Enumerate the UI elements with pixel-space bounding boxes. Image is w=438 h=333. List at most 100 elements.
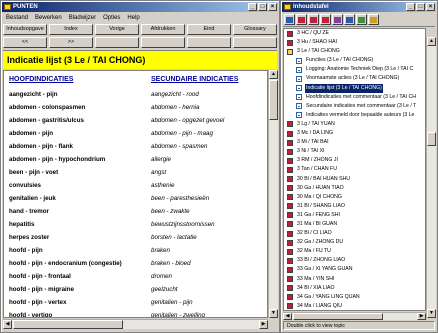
indication-list: aangezicht - pijn aangezicht - rood abdome… [4, 88, 267, 318]
scroll-up-arrow-icon[interactable]: ▲ [427, 37, 436, 46]
tree-item[interactable]: 3 Lg / TAI YUAN [284, 120, 425, 129]
tree-item[interactable]: 3 Tan / CHAN FU [284, 165, 425, 174]
print-button[interactable]: Afdrukken [141, 24, 185, 35]
tree-item[interactable]: 3 Ni / TAI XI [284, 147, 425, 156]
menu-bladwijzer[interactable]: Bladwijzer [69, 13, 96, 23]
scroll-down-arrow-icon[interactable]: ▼ [269, 309, 278, 318]
tree-item[interactable]: 32 Ga / ZHONG DU [284, 238, 425, 247]
glossary-button[interactable]: Glossary [233, 24, 277, 35]
index-button[interactable]: Index [49, 24, 93, 35]
close-button[interactable]: × [268, 3, 277, 11]
tree-item-label: 33 Ga / XI YANG GUAN [297, 266, 353, 273]
secondary-indications-header[interactable]: SECUNDAIRE INDICATIES [151, 76, 238, 83]
previous-topic-icon[interactable] [308, 14, 319, 25]
scroll-up-arrow-icon[interactable]: ▲ [269, 70, 278, 79]
collapse-icon[interactable] [296, 14, 307, 25]
menu-bestand[interactable]: Bestand [6, 13, 28, 23]
scroll-left-arrow-icon[interactable]: ◀ [283, 313, 292, 320]
tree-item[interactable]: Voornaamste acties (3 Le / TAI CHONG) [284, 74, 425, 83]
tree-item[interactable]: 33 Bl / ZHONG LIAO [284, 256, 425, 265]
menu-help[interactable]: Help [127, 13, 139, 23]
print-icon[interactable] [356, 14, 367, 25]
tree-horizontal-scrollbar[interactable]: ◀ ▶ [283, 312, 426, 320]
document-window: PUNTEN _ □ × Bestand Bewerken Bladwijzer… [0, 0, 280, 333]
tree-item-label: 32 Bl / CI LIAO [297, 230, 332, 237]
menu-opties[interactable]: Opties [103, 13, 120, 23]
scroll-right-arrow-icon[interactable]: ▶ [259, 320, 268, 329]
indication-row: abdomen - pijn - hypochondrium allergie [4, 153, 267, 166]
secondary-indication: abdomen - spasmen [151, 143, 208, 150]
maximize-button[interactable]: □ [416, 3, 425, 11]
search-icon[interactable] [332, 14, 343, 25]
main-indication: aangezicht - pijn [9, 91, 58, 98]
tree-item[interactable]: 30 Ma / QI CHONG [284, 193, 425, 202]
tree-item[interactable]: 32 Bl / CI LIAO [284, 229, 425, 238]
tree-item[interactable]: 3 RM / ZHONG JI [284, 156, 425, 165]
secondary-indication: borsten - lactatie [151, 234, 197, 241]
tree-item[interactable]: Secundaire indicaties met commentaar (3 … [284, 102, 425, 111]
tree-item[interactable]: 3 Le / TAI CHONG [284, 47, 425, 56]
contents-window: Inhoudstafel _ □ × 3 HC / QU ZE 3 Hu / SH… [280, 0, 438, 333]
tree-item[interactable]: 31 Bl / SHANG LIAO [284, 202, 425, 211]
tree-vertical-scrollbar[interactable]: ▲ ▼ [426, 37, 436, 318]
tree-item[interactable]: 33 Ma / YIN SHI [284, 275, 425, 284]
menu-bewerken[interactable]: Bewerken [35, 13, 62, 23]
minimize-button[interactable]: _ [248, 3, 257, 11]
browse-back-button[interactable]: << [3, 37, 47, 48]
next-topic-icon[interactable] [320, 14, 331, 25]
previous-button[interactable]: Vorige [95, 24, 139, 35]
document-window-titlebar[interactable]: PUNTEN _ □ × [2, 2, 278, 12]
expand-icon[interactable] [284, 14, 295, 25]
tree-item[interactable]: 34 Bl / XIA LIAO [284, 284, 425, 293]
tree-item[interactable]: Hoofdindicaties met commentaar (3 Le / T… [284, 93, 425, 102]
tree-item[interactable]: 30 Ga / HUAN TIAO [284, 184, 425, 193]
help-icon[interactable] [368, 14, 379, 25]
secondary-indication: braken - bloed [151, 260, 191, 267]
scroll-thumb[interactable] [13, 320, 123, 329]
document-window-title: PUNTEN [13, 4, 38, 10]
page-icon [296, 94, 302, 101]
content-vertical-scrollbar[interactable]: ▲ ▼ [268, 70, 278, 318]
tree-item-label: 34 Ma / LIANG QIU [297, 302, 342, 309]
content-horizontal-scrollbar[interactable]: ◀ ▶ [3, 319, 268, 329]
tree-item[interactable]: 34 Ga / YANG LING QUAN [284, 293, 425, 302]
tree-item[interactable]: 3 HC / QU ZE [284, 29, 425, 38]
scroll-thumb[interactable] [427, 132, 436, 146]
scroll-right-arrow-icon[interactable]: ▶ [417, 313, 426, 320]
tree-item[interactable]: 3 Mi / TAI BAI [284, 138, 425, 147]
tree-item[interactable]: 31 Ma / BI GUAN [284, 220, 425, 229]
main-indication: abdomen - colonspasmen [9, 104, 86, 111]
page-icon [296, 57, 302, 64]
browse-forward-button[interactable]: >> [49, 37, 93, 48]
tree-item[interactable]: Indicatie lijst (3 Le / TAI CHONG) [284, 83, 425, 93]
tree-item[interactable]: Functies (3 Le / TAI CHONG) [284, 56, 425, 65]
close-button[interactable]: × [426, 3, 435, 11]
contents-button[interactable]: Inhoudsopgave [3, 24, 47, 35]
scroll-left-arrow-icon[interactable]: ◀ [3, 320, 12, 329]
tree-item[interactable]: 32 Ma / FU TU [284, 247, 425, 256]
tree-item[interactable]: 31 Ga / FENG SHI [284, 211, 425, 220]
indication-row: abdomen - gastritis/ulcus abdomen - opgez… [4, 114, 267, 127]
tree-item-label: 31 Ga / FENG SHI [297, 211, 340, 218]
scroll-down-arrow-icon[interactable]: ▼ [427, 309, 436, 318]
tree-item[interactable]: 3 Mc / DA LING [284, 129, 425, 138]
main-indication: convulsies [9, 182, 41, 189]
tree-item[interactable]: Indicaties vermeld door bepaalde auteurs… [284, 111, 425, 120]
tree-item[interactable]: 30 Bl / BAI HUAN SHU [284, 175, 425, 184]
tree-item[interactable]: Logging: Anatomie Techniek Diep (3 Le / … [284, 65, 425, 74]
book-icon [287, 303, 293, 310]
tree-item[interactable]: 34 Ma / LIANG QIU [284, 302, 425, 310]
bookmark-icon[interactable] [344, 14, 355, 25]
main-indications-header[interactable]: HOOFDINDICATIES [9, 76, 73, 83]
indication-row: hoofd - vertigo genitalien - zwelling [4, 309, 267, 318]
tree-item-label: 3 RM / ZHONG JI [297, 157, 338, 164]
maximize-button[interactable]: □ [258, 3, 267, 11]
tree-item[interactable]: 33 Ga / XI YANG GUAN [284, 265, 425, 274]
scroll-thumb[interactable] [269, 80, 278, 120]
contents-window-titlebar[interactable]: Inhoudstafel _ □ × [282, 2, 436, 12]
minimize-button[interactable]: _ [406, 3, 415, 11]
tree-item[interactable]: 3 Hu / SHAO HAI [284, 38, 425, 47]
main-indication: hoofd - vertigo [9, 312, 53, 318]
end-button[interactable]: Eind [187, 24, 231, 35]
scroll-thumb[interactable] [293, 313, 383, 320]
